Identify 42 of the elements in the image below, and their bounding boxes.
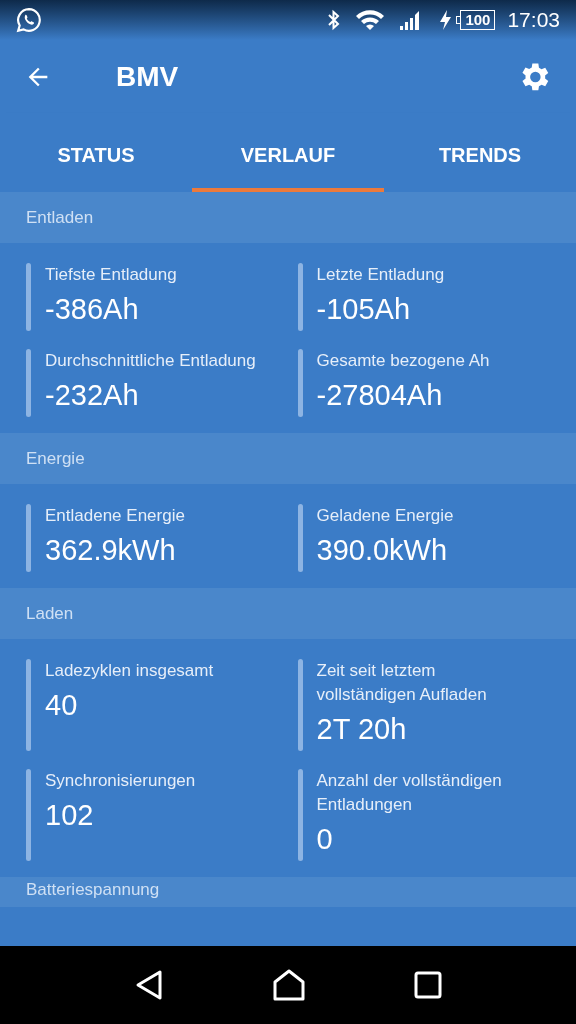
- metric-value: 40: [45, 688, 79, 723]
- metric-value: 2T 20h: [316, 712, 408, 747]
- app-title: BMV: [116, 59, 179, 94]
- metric-label: Gesamte bezogene Ah: [316, 350, 490, 372]
- wifi-icon: [354, 8, 387, 32]
- home-icon[interactable]: [272, 968, 306, 1002]
- metric-value: -27804Ah: [316, 378, 444, 413]
- metric-value: -232Ah: [45, 378, 140, 413]
- metric-label: Durchschnittliche Entladung: [45, 350, 256, 372]
- section-header: Entladen: [0, 192, 576, 243]
- metric-value: 362.9kWh: [45, 533, 177, 568]
- metric-value: 390.0kWh: [316, 533, 449, 568]
- accent-bar: [297, 349, 303, 417]
- clock-time: 17:03: [507, 7, 560, 34]
- accent-bar: [297, 504, 303, 572]
- metric-label: Zeit seit letztem vollständigen Aufladen: [316, 660, 488, 706]
- recent-apps-icon[interactable]: [414, 971, 442, 999]
- metric-label: Ladezyklen insgesamt: [45, 660, 214, 682]
- metric-value: 102: [45, 798, 95, 833]
- tab[interactable]: TRENDS: [384, 113, 576, 192]
- chat-app-icon: [16, 7, 42, 33]
- metric-value: 0: [316, 822, 334, 857]
- section-header: Batteriespannung: [0, 877, 576, 907]
- metric-label: Geladene Energie: [316, 505, 454, 527]
- charging-icon: [438, 9, 453, 31]
- metric-value: -386Ah: [45, 292, 140, 327]
- battery-level: 100: [460, 10, 496, 30]
- section-header: Laden: [0, 588, 576, 639]
- accent-bar: [297, 263, 303, 331]
- metric-label: Entladene Energie: [45, 505, 185, 527]
- tab[interactable]: STATUS: [0, 113, 192, 192]
- metric-label: Synchronisierungen: [45, 770, 196, 792]
- metric-label: Tiefste Entladung: [45, 264, 177, 286]
- accent-bar: [26, 504, 31, 572]
- accent-bar: [26, 263, 31, 331]
- accent-bar: [26, 349, 31, 417]
- section-header: Energie: [0, 433, 576, 484]
- metric-label: Letzte Entladung: [316, 264, 445, 286]
- metric-value: -105Ah: [316, 292, 411, 327]
- tab[interactable]: VERLAUF: [192, 113, 384, 192]
- metric-label: Anzahl der vollständigen Entladungen: [316, 770, 503, 816]
- back-nav-icon[interactable]: [134, 969, 164, 1001]
